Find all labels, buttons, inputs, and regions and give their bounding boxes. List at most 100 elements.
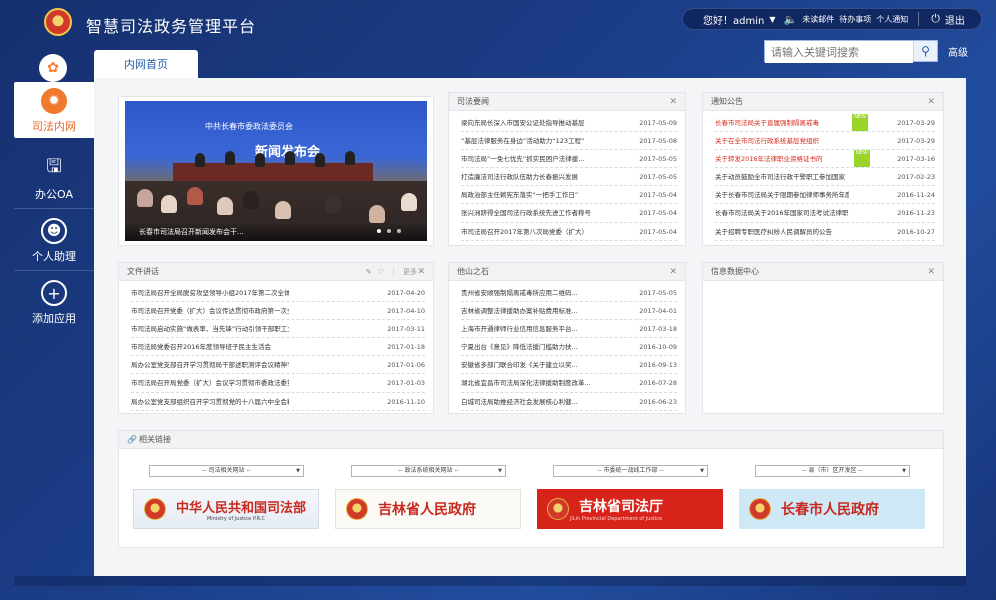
select-value: -- 县（市）区开发区 -- [802,467,863,474]
list-item-title[interactable]: 张兴洲跻得全国司法行政系统先进工作者称号 [461,204,591,221]
link-notifications[interactable]: 个人通知 [876,14,908,25]
list-item-title[interactable]: 关于动员鼓励全市司法行政干警职工参加国家 [715,168,845,185]
emblem-icon [346,498,368,520]
list-item[interactable]: 市司法局召开全局脱贫攻坚领导小组2017年第二次全体会议 2017-04-20 [131,284,425,303]
list-item[interactable]: 贵州省安顺强制隔离戒毒所应用二维码... 2017-05-05 [461,284,677,303]
list-item[interactable]: 关于长春市司法局关于限期参加律师事务所年度检 2016-11-24 [715,186,935,205]
sidebar-item-assistant[interactable]: ☻ 个人助理 [14,212,94,268]
list-item[interactable]: 市司法局召开2017年第八次局党委（扩大） 2017-05-04 [461,223,677,241]
list-item[interactable]: 张兴洲跻得全国司法行政系统先进工作者称号 2017-05-04 [461,204,677,223]
search-icon[interactable]: ⚲ [913,41,937,61]
list-item-title[interactable]: 关于招聘专职医疗纠纷人民调解员的公告 [715,223,832,240]
list-item[interactable]: 市司法局党委召开2016年度领导班子民主生活会 2017-01-18 [131,338,425,357]
link-jilin-justice-dept[interactable]: 吉林省司法厅 JiLin Provincial Department of Ju… [537,489,723,529]
list-item[interactable]: 市司法局召开局党委（扩大）会议学习贯彻市委政法委第五次全... 2017-01-0… [131,374,425,393]
list-item-title[interactable]: 上海市开通律师行业信用信息服务平台... [461,320,578,337]
sidebar-item-intranet[interactable]: ✹ 司法内网 [14,82,94,138]
list-item[interactable]: 长春市司法局关于2016年国家司法考试法律职 2016-11-23 [715,204,935,223]
carousel-dot[interactable] [397,229,401,233]
list-item-title[interactable]: 局办公室党支部组织召开学习贯彻党的十八届六中全会精神专题会议 [131,393,289,410]
carousel-dot[interactable] [387,229,391,233]
list-item-title[interactable]: 市司法局召开党委（扩大）会议传达贯彻市政府第一次全体会议精神 [131,302,289,319]
link-ministry-of-justice[interactable]: 中华人民共和国司法部 Ministry of Justice P.R.C [133,489,319,529]
close-icon[interactable]: ✕ [669,93,677,111]
list-item-title[interactable]: 市司法局启动实施“做表率、当先锋”行动引领干部职工立足岗位做贡献 [131,320,289,337]
sidebar-item-add-app[interactable]: + 添加应用 [14,274,94,330]
list-item-title[interactable]: 市司法局“一免七优先”抓实民困户法律援... [461,150,584,167]
more-link[interactable]: 更多 [403,263,417,281]
link-unread-mail[interactable]: 未读邮件 [802,14,834,25]
panel-header: 他山之石 ✕ [449,263,685,281]
volume-icon[interactable]: 🔈 [784,13,798,26]
list-item[interactable]: 湖北省宜昌市司法局深化法律援助制度改革... 2016-07-28 [461,374,677,393]
list-item[interactable]: 打造廉洁司法行政队伍助力长春振兴发展 2017-05-05 [461,168,677,187]
list-item[interactable]: 吉林省调整法律援助办案补贴费用标准... 2017-04-01 [461,302,677,321]
close-icon[interactable]: ✕ [417,263,425,281]
list-item-date: 2017-01-03 [387,379,425,388]
list-item-title[interactable]: 宁夏出台《意见》降低法援门槛助力扶... [461,338,578,355]
link-jilin-government[interactable]: 吉林省人民政府 [335,489,521,529]
list-item[interactable]: 安徽省多部门联合印发《关于建立以奖... 2016-09-13 [461,356,677,375]
link-todo[interactable]: 待办事项 [839,14,871,25]
list-item[interactable]: 局办公室党支部组织召开学习贯彻党的十八届六中全会精神专题会议 2016-11-10 [131,393,425,411]
logout-button[interactable]: 退出 [945,12,965,27]
list-item-title[interactable]: 关于在全市司法行政系统基层党组织 [715,132,819,149]
list-item-title[interactable]: 湖北省宜昌市司法局深化法律援助制度改革... [461,374,591,391]
list-item[interactable]: 长春市司法局关于直属强制隔离戒毒 NEW 2017-03-29 [715,114,935,133]
list-item-title[interactable]: 贵州省安顺强制隔离戒毒所应用二维码... [461,284,578,301]
sidebar-item-label: 办公OA [35,188,73,201]
list-item[interactable]: 梁向东局长深入市国安公证处指导推动基层 2017-05-09 [461,114,677,133]
select-political-legal-sites[interactable]: -- 政法系统相关网站 -- ▼ [351,465,506,477]
list-item-title[interactable]: 市司法局召开全局脱贫攻坚领导小组2017年第二次全体会议 [131,284,289,301]
select-united-front[interactable]: -- 市委统一战线工作部 -- ▼ [553,465,708,477]
list-item[interactable]: 关于招聘专职医疗纠纷人民调解员的公告 2016-10-27 [715,223,935,241]
list-item[interactable]: 市司法局“一免七优先”抓实民困户法律援... 2017-05-05 [461,150,677,169]
sidebar-item-oa[interactable]: 🖫 办公OA [14,150,94,206]
list-item-title[interactable]: 关于长春市司法局关于限期参加律师事务所年度检 [715,186,849,203]
list-item[interactable]: 市司法局召开党委（扩大）会议传达贯彻市政府第一次全体会议精神 2017-04-10 [131,302,425,321]
select-judicial-sites[interactable]: -- 司法相关网站 -- ▼ [149,465,304,477]
news-photo[interactable]: 中共长春市委政法委员会 新闻发布会 [125,101,427,241]
list-item[interactable]: 局政治部主任赖宪东落实“一把手工作日” 2017-05-04 [461,186,677,205]
new-badge: NEW [853,150,870,168]
list-item[interactable]: 白城司法局助推经济社会发展核心利健... 2016-06-23 [461,393,677,411]
list-item[interactable]: 宁夏出台《意见》降低法援门槛助力扶... 2016-10-09 [461,338,677,357]
tab-home[interactable]: 内网首页 [94,50,198,78]
list-item-title[interactable]: 局办公室党支部召开学习贯彻局干部述职测评会议精神专题会议 [131,356,289,373]
list-item-title[interactable]: 梁向东局长深入市国安公证处指导推动基层 [461,114,585,131]
power-icon[interactable]: ⏻ [931,12,940,26]
list-item-title[interactable]: 安徽省多部门联合印发《关于建立以奖... [461,356,578,373]
search-input[interactable] [765,42,913,63]
advanced-search-button[interactable]: 高级 [948,44,968,59]
heart-icon[interactable]: ♡ [378,263,384,281]
list-item[interactable]: 关于转发2016年法律职业资格证书的 NEW 2017-03-16 [715,150,935,169]
list-item-title[interactable]: 市司法局党委召开2016年度领导班子民主生活会 [131,338,271,355]
list-item-title[interactable]: 关于转发2016年法律职业资格证书的 [715,150,823,167]
list-item-title[interactable]: 市司法局召开2017年第八次局党委（扩大） [461,223,588,240]
list-item[interactable]: 市司法局启动实施“做表率、当先锋”行动引领干部职工立足岗位做贡献 2017-03-… [131,320,425,339]
list-item-title[interactable]: 长春市司法局关于2016年国家司法考试法律职 [715,204,849,221]
user-menu[interactable]: 您好！admin ▼ [703,12,776,27]
list-item[interactable]: “基层法律服务在身边”活动助力“123工程” 2017-05-08 [461,132,677,151]
list-item[interactable]: 关于动员鼓励全市司法行政干警职工参加国家 2017-02-23 [715,168,935,187]
list-item-title[interactable]: 市司法局召开局党委（扩大）会议学习贯彻市委政法委第五次全... [131,374,289,391]
list-item-title[interactable]: 打造廉洁司法行政队伍助力长春振兴发展 [461,168,578,185]
list-item-title[interactable]: 局政治部主任赖宪东落实“一把手工作日” [461,186,578,203]
list-item-title[interactable]: “基层法律服务在身边”活动助力“123工程” [461,132,584,149]
close-icon[interactable]: ✕ [669,263,677,281]
apps-logo-icon[interactable]: ✿ [39,54,67,82]
list-item-title[interactable]: 吉林省调整法律援助办案补贴费用标准... [461,302,578,319]
edit-icon[interactable]: ✎ [366,263,372,281]
list-item-title[interactable]: 白城司法局助推经济社会发展核心利健... [461,393,578,410]
more-vertical-icon[interactable]: ⋮ [390,263,397,281]
list-item-title[interactable]: 长春市司法局关于直属强制隔离戒毒 [715,114,819,131]
close-icon[interactable]: ✕ [927,263,935,281]
select-county-districts[interactable]: -- 县（市）区开发区 -- ▼ [755,465,910,477]
list-item[interactable]: 上海市开通律师行业信用信息服务平台... 2017-03-18 [461,320,677,339]
list-item[interactable]: 关于在全市司法行政系统基层党组织 2017-03-29 [715,132,935,151]
carousel-dot[interactable] [377,229,381,233]
new-badge: NEW [852,114,869,132]
link-changchun-government[interactable]: 长春市人民政府 [739,489,925,529]
list-item[interactable]: 局办公室党支部召开学习贯彻局干部述职测评会议精神专题会议 2017-01-06 [131,356,425,375]
close-icon[interactable]: ✕ [927,93,935,111]
